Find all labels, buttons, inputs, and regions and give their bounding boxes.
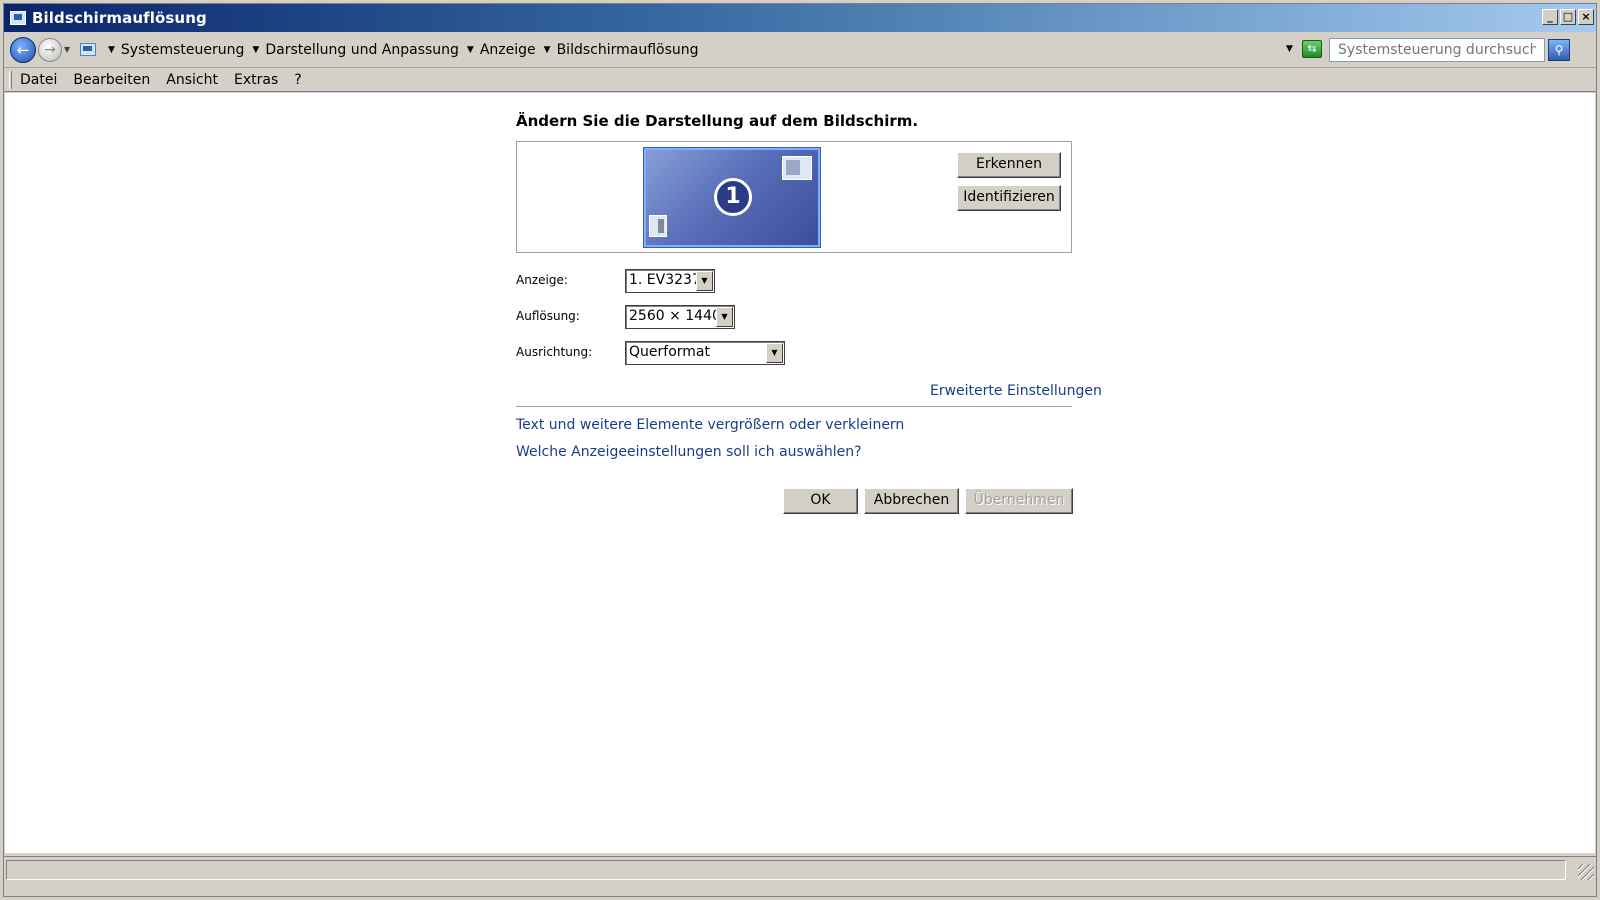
breadcrumb-chevron-icon[interactable]: ▼ <box>252 45 259 55</box>
menu-bearbeiten[interactable]: Bearbeiten <box>65 72 158 88</box>
breadcrumb-item[interactable]: Systemsteuerung <box>121 42 244 58</box>
ok-button[interactable]: OK <box>783 488 858 514</box>
address-bar: ← → ▼ ▼ Systemsteuerung ▼ Darstellung un… <box>4 32 1596 68</box>
refresh-icon[interactable]: ⇆ <box>1302 40 1322 58</box>
display-settings-icon <box>10 11 26 25</box>
breadcrumb-item[interactable]: Anzeige <box>480 42 536 58</box>
main-content: Ändern Sie die Darstellung auf dem Bilds… <box>5 93 1595 853</box>
window-title: Bildschirmauflösung <box>32 9 207 27</box>
control-panel-window: Bildschirmauflösung _ □ × ← → ▼ ▼ System… <box>3 3 1597 897</box>
resolution-label: Auflösung: <box>516 309 580 323</box>
status-cell <box>6 860 1566 880</box>
advanced-settings-link[interactable]: Erweiterte Einstellungen <box>930 383 1102 399</box>
taskbar-thumbnail-icon <box>649 215 667 237</box>
breadcrumb-chevron-icon[interactable]: ▼ <box>544 45 551 55</box>
chevron-down-icon[interactable]: ▼ <box>716 307 733 327</box>
monitor-number: 1 <box>714 178 752 216</box>
menu-extras[interactable]: Extras <box>226 72 286 88</box>
resolution-value: 2560 × 1440 <box>629 308 721 324</box>
display-label: Anzeige: <box>516 273 568 287</box>
breadcrumb-item[interactable]: Darstellung und Anpassung <box>265 42 459 58</box>
resolution-select[interactable]: 2560 × 1440 ▼ <box>625 305 735 329</box>
orientation-value: Querformat <box>629 344 710 360</box>
menu-help[interactable]: ? <box>286 72 309 88</box>
display-value: 1. EV3237 <box>629 272 701 288</box>
minimize-button[interactable]: _ <box>1542 9 1558 25</box>
display-select[interactable]: 1. EV3237 ▼ <box>625 269 715 293</box>
text-size-link[interactable]: Text und weitere Elemente vergrößern ode… <box>516 417 904 433</box>
menu-ansicht[interactable]: Ansicht <box>158 72 226 88</box>
window-thumbnail-icon <box>782 156 812 180</box>
breadcrumb-chevron-icon[interactable]: ▼ <box>467 45 474 55</box>
breadcrumb: ▼ Systemsteuerung ▼ Darstellung und Anpa… <box>100 42 699 58</box>
menu-bar: Datei Bearbeiten Ansicht Extras ? <box>4 68 1596 92</box>
orientation-label: Ausrichtung: <box>516 345 593 359</box>
cancel-button[interactable]: Abbrechen <box>864 488 959 514</box>
title-bar[interactable]: Bildschirmauflösung _ □ × <box>4 4 1596 32</box>
apply-button[interactable]: Übernehmen <box>965 488 1073 514</box>
page-title: Ändern Sie die Darstellung auf dem Bilds… <box>516 112 919 130</box>
monitor-1[interactable]: 1 <box>643 147 821 248</box>
status-bar <box>4 856 1596 882</box>
search-icon[interactable]: ⚲ <box>1548 39 1570 61</box>
history-dropdown-icon[interactable]: ▼ <box>64 45 74 54</box>
orientation-select[interactable]: Querformat ▼ <box>625 341 785 365</box>
maximize-button[interactable]: □ <box>1560 9 1576 25</box>
chevron-down-icon[interactable]: ▼ <box>696 271 713 291</box>
chevron-down-icon[interactable]: ▼ <box>766 343 783 363</box>
breadcrumb-item[interactable]: Bildschirmauflösung <box>557 42 699 58</box>
address-dropdown-icon[interactable]: ▼ <box>1286 44 1293 54</box>
which-settings-link[interactable]: Welche Anzeigeeinstellungen soll ich aus… <box>516 444 862 460</box>
resize-grip-icon[interactable] <box>1578 864 1594 880</box>
window-controls: _ □ × <box>1542 9 1594 25</box>
back-arrow-icon[interactable]: ← <box>10 36 36 63</box>
detect-button[interactable]: Erkennen <box>957 152 1061 178</box>
identify-button[interactable]: Identifizieren <box>957 185 1061 211</box>
breadcrumb-chevron-icon[interactable]: ▼ <box>108 45 115 55</box>
close-button[interactable]: × <box>1578 9 1594 25</box>
monitor-preview: 1 Erkennen Identifizieren <box>516 141 1072 253</box>
search-input[interactable] <box>1329 38 1545 62</box>
control-panel-icon <box>80 43 96 56</box>
forward-arrow-icon[interactable]: → <box>38 37 62 62</box>
divider <box>516 406 1072 407</box>
menu-datei[interactable]: Datei <box>12 72 65 88</box>
